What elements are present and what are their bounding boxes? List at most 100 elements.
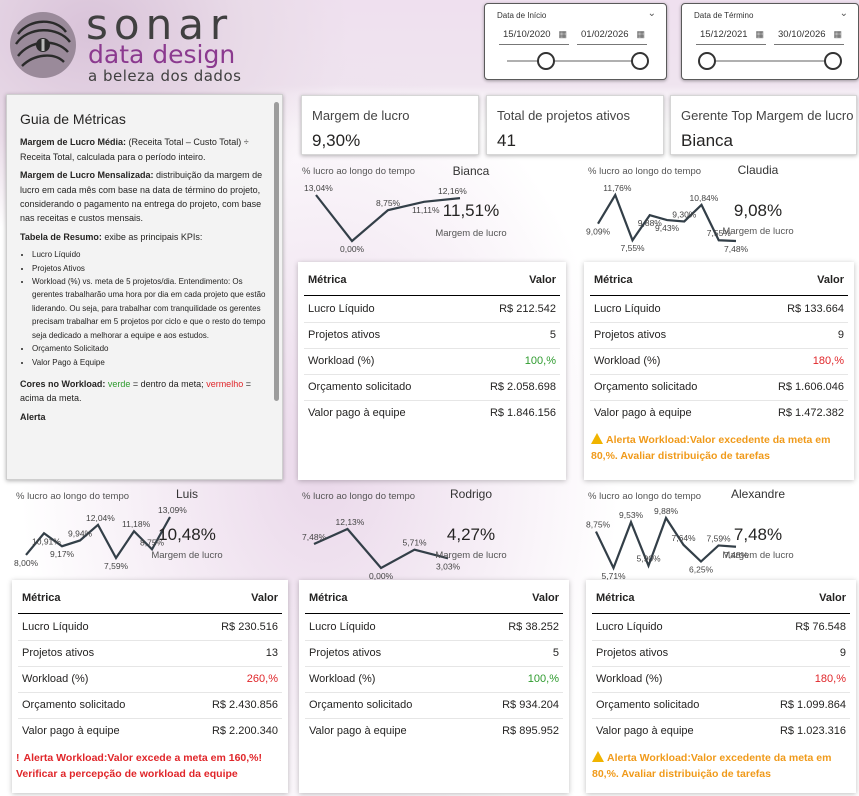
table-row: Workload (%) 260,% (18, 667, 282, 693)
table-row: Projetos ativos 9 (590, 323, 848, 349)
guide-kpi-list: Lucro Líquido Projetos Ativos Workload (… (20, 248, 270, 369)
slider-track (704, 60, 839, 62)
guide-paragraph: Margem de Lucro Média: (Receita Total – … (20, 137, 249, 162)
start-from-date-input[interactable]: 15/10/2020 ▦ (499, 25, 569, 45)
row-value: R$ 895.952 (502, 725, 559, 737)
scrollbar[interactable] (274, 102, 279, 401)
column-header-value[interactable]: Valor (819, 592, 846, 604)
table-row: Lucro Líquido R$ 38.252 (305, 615, 563, 641)
slicer-label: Data de Início (497, 11, 547, 20)
row-value: R$ 1.472.382 (777, 407, 844, 419)
data-label: 9,09% (586, 227, 611, 237)
slider-handle-right[interactable] (631, 52, 649, 70)
list-item: Valor Pago à Equipe (32, 356, 270, 369)
end-to-date-input[interactable]: 30/10/2026 ▦ (774, 25, 844, 45)
end-from-date-input[interactable]: 15/12/2021 ▦ (696, 25, 766, 45)
alert-text: Alerta Workload:Valor excedente da meta … (592, 752, 832, 780)
table-row: Lucro Líquido R$ 76.548 (592, 615, 850, 641)
kpi-card-margin: Margem de lucro 9,30% (301, 95, 479, 155)
row-value: 13 (265, 647, 278, 659)
list-item: Lucro Líquido (32, 248, 270, 261)
row-label: Projetos ativos (309, 647, 382, 659)
row-value: R$ 212.542 (499, 303, 556, 315)
margin-label: Margem de lucro (435, 550, 507, 561)
calendar-icon[interactable]: ▦ (636, 29, 645, 40)
row-value: R$ 1.099.864 (779, 699, 846, 711)
logo: sonar data design a beleza dos dados (0, 0, 280, 90)
column-header-value[interactable]: Valor (532, 592, 559, 604)
data-label: 9,94% (68, 528, 93, 538)
column-header-value[interactable]: Valor (529, 274, 556, 286)
row-value: R$ 1.846.156 (489, 407, 556, 419)
table-row: Valor pago à equipe R$ 1.472.382 (590, 401, 848, 427)
table-header: Métrica Valor (18, 580, 282, 614)
row-value: R$ 230.516 (221, 621, 278, 633)
row-value: R$ 76.548 (795, 621, 846, 633)
start-date-slicer[interactable]: Data de Início ⌄ 15/10/2020 ▦ 01/02/2026 ▦ (484, 3, 667, 80)
logo-tagline: a beleza dos dados (88, 67, 242, 85)
row-label: Workload (%) (22, 673, 89, 685)
guide-title: Guia de Métricas (20, 111, 126, 127)
row-value: R$ 133.664 (787, 303, 844, 315)
column-header-metric[interactable]: Métrica (596, 592, 635, 604)
calendar-icon[interactable]: ▦ (558, 29, 567, 40)
guide-paragraph: Tabela de Resumo: exibe as principais KP… (20, 231, 203, 242)
column-header-value[interactable]: Valor (251, 592, 278, 604)
margin-label: Margem de lucro (722, 226, 794, 237)
column-header-metric[interactable]: Métrica (594, 274, 633, 286)
logo-mark-icon (10, 12, 76, 78)
guide-paragraph: Alerta (20, 411, 46, 422)
row-value: R$ 934.204 (502, 699, 559, 711)
chevron-down-icon[interactable]: ⌄ (840, 8, 848, 19)
slider-handle-left[interactable] (698, 52, 716, 70)
list-item: Workload (%) vs. meta de 5 projetos/dia.… (32, 275, 270, 342)
table-header: Métrica Valor (305, 580, 563, 614)
row-value: R$ 2.200.340 (211, 725, 278, 737)
manager-margin-value: 10,48% (158, 525, 216, 544)
workload-alert: Alerta Workload:Valor excedente da meta … (591, 432, 849, 464)
data-label: 7,59% (104, 561, 129, 571)
alert-text: Alerta Workload:Valor excedente da meta … (591, 434, 831, 462)
data-label: 12,16% (438, 186, 467, 196)
slicer-label: Data de Término (694, 11, 754, 20)
margin-label: Margem de lucro (435, 228, 507, 239)
row-value: 9 (839, 647, 846, 659)
slider-handle-left[interactable] (537, 52, 555, 70)
table-row: Orçamento solicitado R$ 1.099.864 (592, 693, 850, 719)
metrics-guide-panel[interactable]: Guia de Métricas Margem de Lucro Média: … (6, 94, 283, 480)
end-date-slicer[interactable]: Data de Término ⌄ 15/12/2021 ▦ 30/10/2026… (681, 3, 859, 80)
column-header-metric[interactable]: Métrica (308, 274, 347, 286)
table-row: Valor pago à equipe R$ 2.200.340 (18, 719, 282, 745)
row-label: Valor pago à equipe (594, 407, 692, 419)
summary-table-rodrigo: Métrica Valor Lucro Líquido R$ 38.252 Projet… (299, 580, 569, 793)
manager-margin-value: 11,51% (442, 201, 500, 220)
data-label: 5,90% (637, 554, 662, 564)
table-row: Workload (%) 180,% (592, 667, 850, 693)
row-label: Orçamento solicitado (594, 381, 698, 393)
data-label: 11,76% (603, 183, 632, 193)
exclamation-icon: ! (16, 752, 20, 764)
row-value: 5 (552, 647, 559, 659)
table-row: Workload (%) 100,% (305, 667, 563, 693)
row-value: R$ 1.023.316 (779, 725, 846, 737)
row-label: Orçamento solicitado (22, 699, 126, 711)
column-header-metric[interactable]: Métrica (309, 592, 348, 604)
manager-margin-value: 4,27% (446, 525, 496, 544)
column-header-value[interactable]: Valor (817, 274, 844, 286)
row-value: 5 (549, 329, 556, 341)
table-row: Projetos ativos 9 (592, 641, 850, 667)
chevron-down-icon[interactable]: ⌄ (648, 8, 656, 19)
column-header-metric[interactable]: Métrica (22, 592, 61, 604)
row-label: Workload (%) (594, 355, 661, 367)
row-label: Workload (%) (596, 673, 663, 685)
table-row: Workload (%) 100,% (304, 349, 560, 375)
manager-margin-value: 9,08% (733, 201, 783, 220)
slider-handle-right[interactable] (824, 52, 842, 70)
calendar-icon[interactable]: ▦ (755, 29, 764, 40)
row-label: Workload (%) (309, 673, 376, 685)
calendar-icon[interactable]: ▦ (833, 29, 842, 40)
start-to-date-input[interactable]: 01/02/2026 ▦ (577, 25, 647, 45)
alert-text: Alerta Workload:Valor excede a meta em 1… (16, 752, 262, 780)
list-item: Orçamento Solicitado (32, 342, 270, 355)
row-label: Lucro Líquido (309, 621, 376, 633)
